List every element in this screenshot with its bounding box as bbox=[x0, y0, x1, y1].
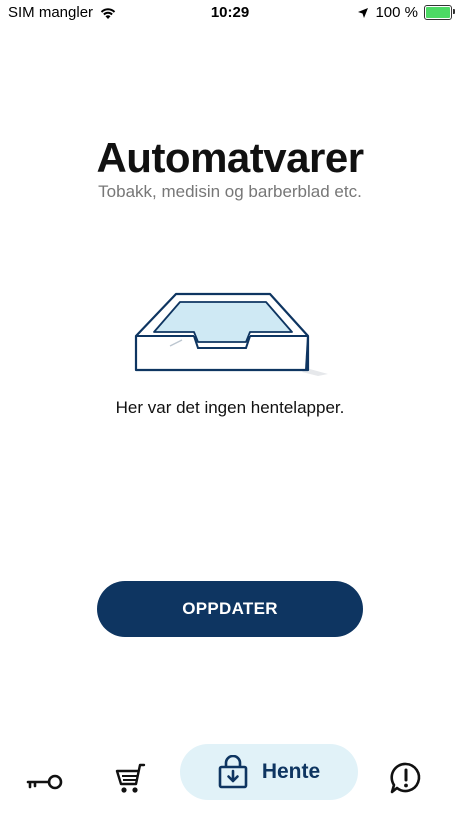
battery-icon bbox=[424, 5, 455, 20]
key-icon bbox=[26, 774, 63, 790]
battery-percent: 100 % bbox=[375, 4, 418, 21]
tab-keys[interactable] bbox=[22, 762, 68, 802]
empty-state-message: Her var det ingen hentelapper. bbox=[115, 398, 345, 417]
help-icon bbox=[390, 762, 421, 794]
page-subtitle: Tobakk, medisin og barberblad etc. bbox=[98, 182, 362, 201]
status-right: 100 % bbox=[357, 4, 455, 21]
battery-cap bbox=[453, 9, 455, 14]
tab-hente[interactable]: Hente bbox=[180, 744, 358, 800]
status-bar: SIM mangler 10:29 100 % bbox=[0, 0, 460, 26]
location-arrow-icon bbox=[358, 7, 369, 18]
tab-bar: Hente bbox=[0, 734, 460, 818]
shopping-cart-icon bbox=[115, 763, 146, 793]
refresh-button[interactable]: OPPDATER bbox=[97, 581, 363, 637]
tab-help[interactable] bbox=[384, 756, 428, 800]
tab-shop[interactable] bbox=[108, 756, 154, 802]
tab-hente-label: Hente bbox=[261, 760, 321, 783]
empty-tray-illustration bbox=[134, 292, 328, 376]
locker-download-icon bbox=[218, 755, 248, 789]
page-title: Automatvarer bbox=[96, 134, 364, 181]
battery-fill bbox=[426, 7, 450, 18]
